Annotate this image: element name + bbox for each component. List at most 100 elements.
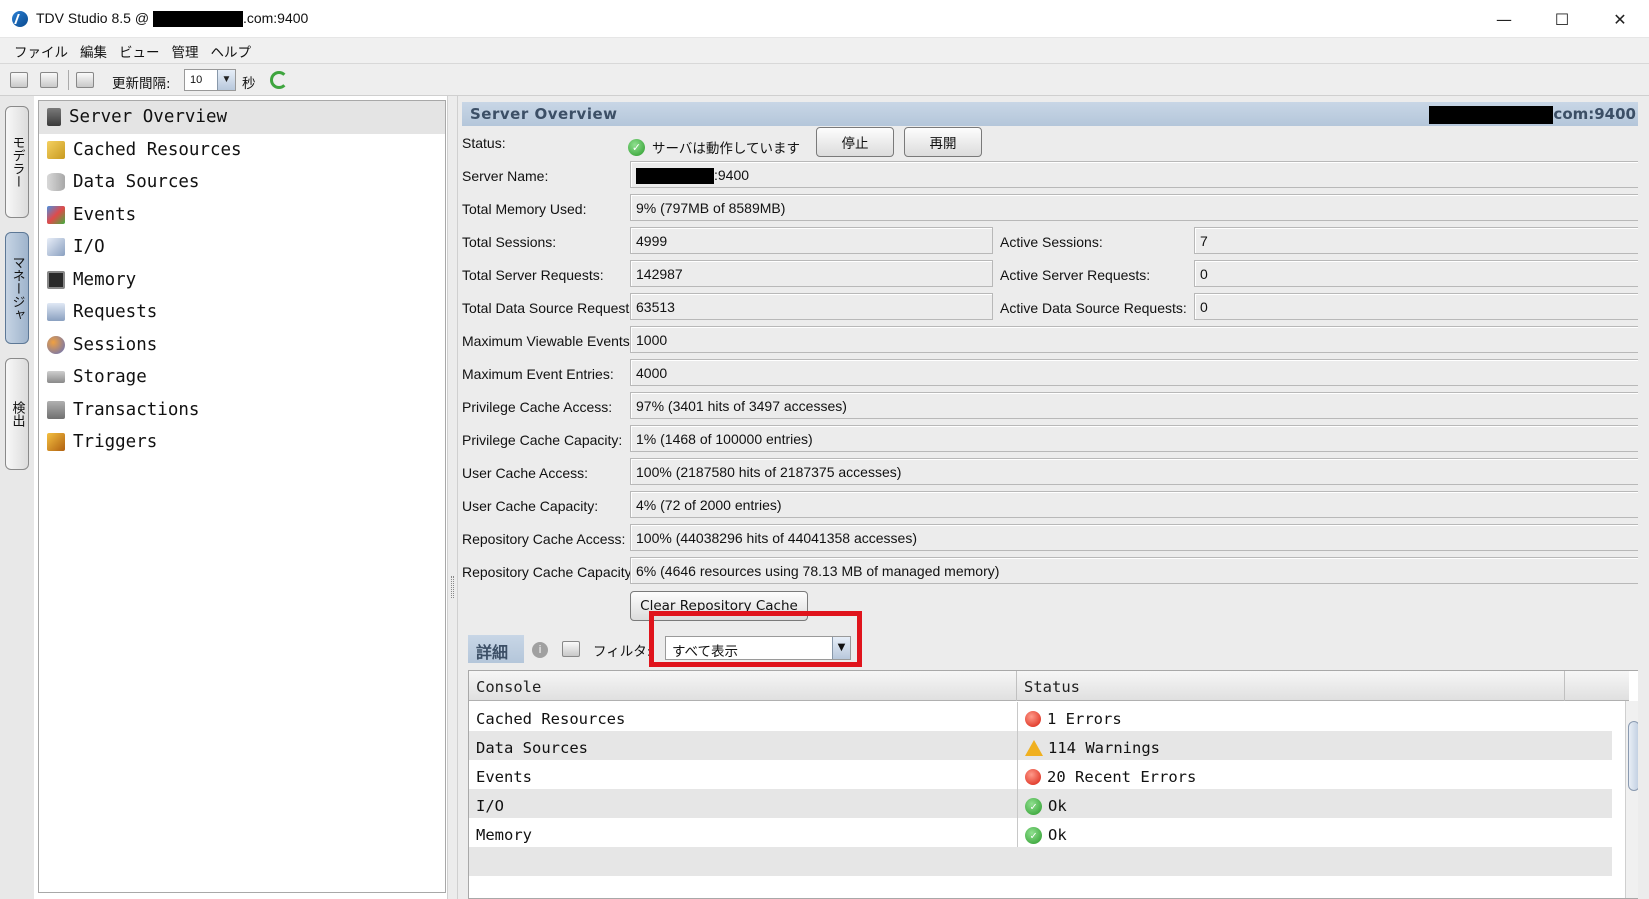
refresh-icon[interactable] bbox=[270, 71, 288, 89]
priv-cache-capacity-field: 1% (1468 of 100000 entries) bbox=[630, 425, 1640, 452]
chevron-down-icon[interactable]: ▼ bbox=[217, 70, 235, 90]
menu-bar: ファイル 編集 ビュー 管理 ヘルプ bbox=[0, 38, 1649, 64]
tree-item-memory[interactable]: Memory bbox=[39, 264, 445, 297]
status-cell: 20 Recent Errors bbox=[1017, 760, 1612, 789]
tree-item-events[interactable]: Events bbox=[39, 199, 445, 232]
tree-item-transactions[interactable]: Transactions bbox=[39, 394, 445, 427]
check-icon: ✓ bbox=[1025, 826, 1042, 844]
tree-item-label: Requests bbox=[73, 302, 158, 323]
stop-button[interactable]: 停止 bbox=[816, 127, 894, 157]
status-cell: ✓ Ok bbox=[1017, 818, 1612, 847]
tree-item-label: Server Overview bbox=[69, 107, 228, 128]
maximize-button[interactable]: ☐ bbox=[1533, 0, 1591, 38]
minimize-button[interactable]: — bbox=[1475, 0, 1533, 38]
table-row[interactable]: Cached Resources 1 Errors bbox=[469, 702, 1612, 731]
close-button[interactable]: ✕ bbox=[1591, 0, 1649, 38]
active-ds-requests-field: 0 bbox=[1194, 293, 1640, 320]
table-row[interactable]: I/O ✓ Ok bbox=[469, 789, 1612, 818]
redacted-host bbox=[1429, 105, 1554, 124]
tree-item-label: Data Sources bbox=[73, 172, 200, 193]
check-icon: ✓ bbox=[1025, 797, 1042, 815]
tree-item-label: Memory bbox=[73, 269, 137, 290]
user-cache-capacity-label: User Cache Capacity: bbox=[462, 498, 599, 514]
restart-button[interactable]: 再開 bbox=[904, 127, 982, 157]
table-row[interactable]: Memory ✓ Ok bbox=[469, 818, 1612, 847]
tree-item-server-overview[interactable]: Server Overview bbox=[39, 101, 445, 134]
tree-item-io[interactable]: I/O bbox=[39, 231, 445, 264]
navigation-tree: Server Overview Cached Resources Data So… bbox=[38, 100, 446, 893]
toolbar: 更新間隔: 10 ▼ 秒 bbox=[0, 64, 1649, 96]
tree-item-triggers[interactable]: Triggers bbox=[39, 426, 445, 459]
details-table: Console Status Cached Resources 1 Errors… bbox=[468, 670, 1643, 899]
user-cache-access-field: 100% (2187580 hits of 2187375 accesses) bbox=[630, 458, 1640, 485]
tree-item-label: Events bbox=[73, 204, 137, 225]
refresh-interval-select[interactable]: 10 ▼ bbox=[184, 69, 236, 91]
status-text: サーバは動作しています bbox=[652, 141, 800, 157]
status-cell: 114 Warnings bbox=[1017, 731, 1612, 760]
total-memory-label: Total Memory Used: bbox=[462, 201, 587, 217]
toolbar-divider bbox=[68, 70, 69, 90]
menu-file[interactable]: ファイル bbox=[8, 41, 74, 61]
active-sessions-field: 7 bbox=[1194, 227, 1640, 254]
tree-item-data-sources[interactable]: Data Sources bbox=[39, 166, 445, 199]
side-tab-label: マネージャ bbox=[9, 255, 25, 321]
console-cell: I/O bbox=[476, 797, 504, 815]
info-icon[interactable]: i bbox=[532, 642, 548, 658]
tree-item-sessions[interactable]: Sessions bbox=[39, 329, 445, 362]
tree-item-cached-resources[interactable]: Cached Resources bbox=[39, 134, 445, 167]
total-server-requests-field: 142987 bbox=[630, 260, 993, 287]
total-memory-field: 9% (797MB of 8589MB) bbox=[630, 194, 1640, 221]
tree-item-label: Transactions bbox=[73, 399, 200, 420]
menu-help[interactable]: ヘルプ bbox=[205, 41, 258, 61]
redacted-host bbox=[636, 168, 714, 185]
table-row[interactable]: Events 20 Recent Errors bbox=[469, 760, 1612, 789]
refresh-interval-value: 10 bbox=[190, 74, 203, 86]
priv-cache-capacity-label: Privilege Cache Capacity: bbox=[462, 432, 623, 448]
user-cache-capacity-field: 4% (72 of 2000 entries) bbox=[630, 491, 1640, 518]
splitter-grip[interactable] bbox=[451, 576, 454, 598]
menu-edit[interactable]: 編集 bbox=[74, 41, 113, 61]
server-overview-panel: Server Overview com:9400 Status: ✓ サーバは動… bbox=[458, 96, 1649, 899]
clock-icon[interactable] bbox=[76, 72, 94, 88]
server-status: ✓ サーバは動作しています bbox=[628, 137, 800, 157]
table-row[interactable] bbox=[469, 847, 1612, 876]
window-scrollbar[interactable] bbox=[1638, 96, 1649, 899]
console-cell: Data Sources bbox=[476, 739, 588, 757]
active-server-requests-field: 0 bbox=[1194, 260, 1640, 287]
server-name-label: Server Name: bbox=[462, 168, 549, 184]
snapshot-icon[interactable] bbox=[10, 72, 28, 88]
tree-item-storage[interactable]: Storage bbox=[39, 361, 445, 394]
menu-view[interactable]: ビュー bbox=[113, 41, 166, 61]
error-icon bbox=[1025, 769, 1041, 785]
refresh-unit-label: 秒 bbox=[242, 76, 256, 92]
refresh-interval-label: 更新間隔: bbox=[112, 76, 171, 92]
cache-icon bbox=[47, 140, 65, 159]
side-tab-modeler[interactable]: モデラー bbox=[5, 106, 29, 218]
status-label: Status: bbox=[462, 135, 506, 151]
console-cell: Cached Resources bbox=[476, 710, 626, 728]
max-event-entries-label: Maximum Event Entries: bbox=[462, 366, 614, 382]
active-server-requests-label: Active Server Requests: bbox=[1000, 267, 1151, 283]
side-tab-discovery[interactable]: 検出 bbox=[5, 358, 29, 470]
tree-item-requests[interactable]: Requests bbox=[39, 296, 445, 329]
columns-icon[interactable] bbox=[40, 72, 58, 88]
panel-splitter[interactable] bbox=[447, 96, 458, 899]
side-tab-manager[interactable]: マネージャ bbox=[5, 232, 29, 344]
export-icon[interactable] bbox=[562, 641, 580, 657]
highlight-annotation bbox=[649, 611, 862, 667]
tree-item-label: Triggers bbox=[73, 432, 158, 453]
priv-cache-access-field: 97% (3401 hits of 3497 accesses) bbox=[630, 392, 1640, 419]
console-cell: Events bbox=[476, 768, 532, 786]
overview-host: com:9400 bbox=[1429, 105, 1636, 124]
menu-admin[interactable]: 管理 bbox=[166, 41, 205, 61]
transactions-icon bbox=[47, 400, 65, 419]
table-row[interactable]: Data Sources 114 Warnings bbox=[469, 731, 1612, 760]
memory-icon bbox=[47, 270, 65, 289]
details-tab[interactable]: 詳細 bbox=[468, 635, 524, 663]
redacted-host bbox=[152, 11, 243, 28]
total-sessions-label: Total Sessions: bbox=[462, 234, 557, 250]
repo-cache-access-label: Repository Cache Access: bbox=[462, 531, 626, 547]
column-header-console[interactable]: Console bbox=[469, 671, 1017, 701]
column-header-status[interactable]: Status bbox=[1017, 671, 1565, 701]
server-name-field: :9400 bbox=[630, 161, 1640, 188]
